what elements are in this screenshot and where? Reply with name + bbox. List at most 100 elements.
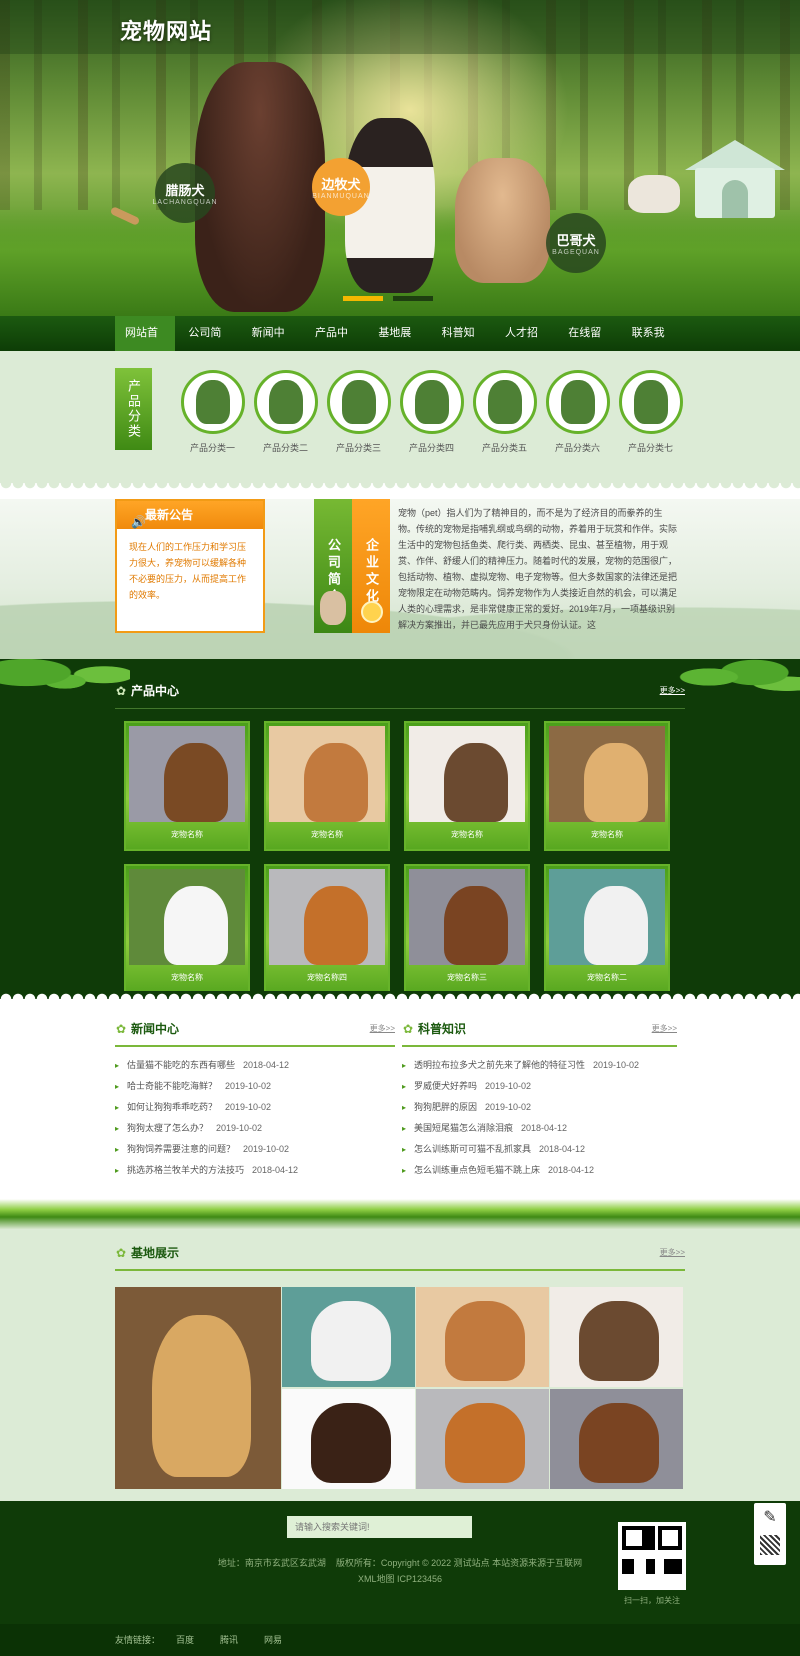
product-name[interactable]: 宠物名称 — [409, 822, 525, 847]
product-card[interactable]: 宠物名称 — [264, 721, 390, 851]
product-card[interactable]: 宠物名称三 — [404, 864, 530, 994]
friend-links-bar: 友情链接： 百度 腾讯 网易 — [0, 1624, 800, 1656]
category-item[interactable]: 产品分类六 — [541, 370, 614, 454]
friend-link[interactable]: 腾讯 — [220, 1624, 238, 1656]
nav-news[interactable]: 新闻中心 — [242, 316, 302, 374]
notice-title: 最新公告 — [145, 508, 194, 522]
nav-message[interactable]: 在线留言 — [558, 316, 618, 374]
article-title[interactable]: 估量猫不能吃的东西有哪些 — [127, 1060, 235, 1070]
edit-icon[interactable]: ✎ — [754, 1503, 786, 1533]
slider-dot[interactable] — [393, 296, 433, 301]
product-image[interactable] — [409, 869, 525, 965]
product-name[interactable]: 宠物名称 — [129, 965, 245, 990]
category-item[interactable]: 产品分类五 — [468, 370, 541, 454]
product-name[interactable]: 宠物名称 — [269, 822, 385, 847]
nav-base[interactable]: 基地展示 — [368, 316, 428, 374]
tab-corporate-culture[interactable]: 企业文化 — [352, 499, 390, 633]
list-item[interactable]: 怎么训练斯可可猫不乱抓家具 2018-04-12 — [402, 1139, 677, 1160]
product-card[interactable]: 宠物名称 — [544, 721, 670, 851]
nav-jobs[interactable]: 人才招聘 — [495, 316, 555, 374]
gallery-photo[interactable] — [282, 1287, 415, 1387]
base-more-link[interactable]: 更多>> — [660, 1247, 685, 1258]
article-date: 2019-10-02 — [225, 1081, 272, 1091]
list-item[interactable]: 罗威便犬好养吗 2019-10-02 — [402, 1076, 677, 1097]
leaf-decoration-right — [670, 659, 800, 704]
product-card[interactable]: 宠物名称四 — [264, 864, 390, 994]
gallery-photo[interactable] — [282, 1389, 415, 1489]
site-logo-title[interactable]: 宠物网站 — [120, 14, 212, 46]
list-item[interactable]: 美国短尾猫怎么消除泪痕 2018-04-12 — [402, 1118, 677, 1139]
nav-about[interactable]: 公司简介 — [178, 316, 238, 374]
list-item[interactable]: 估量猫不能吃的东西有哪些 2018-04-12 — [115, 1055, 395, 1076]
product-name[interactable]: 宠物名称四 — [269, 965, 385, 990]
product-image[interactable] — [269, 869, 385, 965]
gallery-photo[interactable] — [550, 1389, 683, 1489]
tab-company-intro[interactable]: 公司简介 — [314, 499, 352, 633]
science-list: 透明拉布拉多犬之前先来了解他的特征习性 2019-10-02 罗威便犬好养吗 2019… — [402, 1055, 677, 1181]
product-image[interactable] — [129, 726, 245, 822]
product-image[interactable] — [269, 726, 385, 822]
product-image[interactable] — [409, 726, 525, 822]
list-item[interactable]: 狗狗太瘦了怎么办？ 2019-10-02 — [115, 1118, 395, 1139]
category-item[interactable]: 产品分类三 — [322, 370, 395, 454]
gallery-photo[interactable] — [416, 1287, 549, 1387]
breed-bubble-pug[interactable]: 巴哥犬 BAGEQUAN — [546, 213, 606, 273]
speaker-icon: 🔊 — [131, 515, 146, 529]
article-title[interactable]: 罗威便犬好养吗 — [414, 1081, 477, 1091]
nav-science[interactable]: 科普知识 — [432, 316, 492, 374]
news-more-link[interactable]: 更多>> — [370, 1023, 395, 1034]
list-item[interactable]: 怎么训练重点色短毛猫不跳上床 2018-04-12 — [402, 1160, 677, 1181]
news-list: 估量猫不能吃的东西有哪些 2018-04-12 哈士奇能不能吃海鲜？ 2019-10-… — [115, 1055, 395, 1181]
article-title[interactable]: 狗狗肥胖的原因 — [414, 1102, 477, 1112]
category-item[interactable]: 产品分类四 — [395, 370, 468, 454]
science-more-link[interactable]: 更多>> — [652, 1023, 677, 1034]
article-title[interactable]: 透明拉布拉多犬之前先来了解他的特征习性 — [414, 1060, 585, 1070]
article-title[interactable]: 美国短尾猫怎么消除泪痕 — [414, 1123, 513, 1133]
product-card[interactable]: 宠物名称二 — [544, 864, 670, 994]
nav-home[interactable]: 网站首页 — [115, 316, 176, 374]
news-column: ✿ 新闻中心 更多>> 估量猫不能吃的东西有哪些 2018-04-12 哈士奇能不能吃… — [115, 1011, 395, 1181]
friend-link[interactable]: 网易 — [264, 1624, 282, 1656]
category-item[interactable]: 产品分类二 — [249, 370, 322, 454]
product-name[interactable]: 宠物名称三 — [409, 965, 525, 990]
slider-dot-active[interactable] — [343, 296, 383, 301]
category-item[interactable]: 产品分类一 — [176, 370, 249, 454]
product-image[interactable] — [549, 726, 665, 822]
friend-link[interactable]: 百度 — [176, 1624, 194, 1656]
breed-bubble-border-collie[interactable]: 边牧犬 BIANMUQUAN — [312, 158, 370, 216]
breed-bubble-dachshund[interactable]: 腊肠犬 LACHANGQUAN — [152, 163, 217, 223]
gallery-photo[interactable] — [115, 1287, 281, 1489]
gallery-photo[interactable] — [550, 1287, 683, 1387]
products-more-link[interactable]: 更多>> — [660, 685, 685, 696]
mini-qr-icon[interactable] — [760, 1535, 780, 1555]
category-item[interactable]: 产品分类七 — [614, 370, 687, 454]
product-name[interactable]: 宠物名称二 — [549, 965, 665, 990]
list-item[interactable]: 狗狗肥胖的原因 2019-10-02 — [402, 1097, 677, 1118]
footer-search-input[interactable] — [287, 1516, 472, 1538]
product-image[interactable] — [129, 869, 245, 965]
product-card[interactable]: 宠物名称 — [404, 721, 530, 851]
article-title[interactable]: 挑选苏格兰牧羊犬的方法技巧 — [127, 1165, 244, 1175]
nav-products[interactable]: 产品中心 — [305, 316, 365, 374]
product-name[interactable]: 宠物名称 — [129, 822, 245, 847]
article-title[interactable]: 狗狗饲养需要注意的问题？ — [127, 1144, 235, 1154]
article-title[interactable]: 哈士奇能不能吃海鲜？ — [127, 1081, 217, 1091]
product-card[interactable]: 宠物名称 — [124, 864, 250, 994]
list-item[interactable]: 如何让狗狗乖乖吃药？ 2019-10-02 — [115, 1097, 395, 1118]
gallery-photo[interactable] — [416, 1389, 549, 1489]
dog-photo — [579, 1301, 660, 1381]
product-name[interactable]: 宠物名称 — [549, 822, 665, 847]
list-item[interactable]: 透明拉布拉多犬之前先来了解他的特征习性 2019-10-02 — [402, 1055, 677, 1076]
product-image[interactable] — [549, 869, 665, 965]
nav-contact[interactable]: 联系我们 — [622, 316, 682, 374]
dog-photo — [445, 1403, 526, 1483]
article-title[interactable]: 怎么训练重点色短毛猫不跳上床 — [414, 1165, 540, 1175]
list-item[interactable]: 狗狗饲养需要注意的问题？ 2019-10-02 — [115, 1139, 395, 1160]
article-title[interactable]: 怎么训练斯可可猫不乱抓家具 — [414, 1144, 531, 1154]
list-item[interactable]: 挑选苏格兰牧羊犬的方法技巧 2018-04-12 — [115, 1160, 395, 1181]
product-card[interactable]: 宠物名称 — [124, 721, 250, 851]
article-title[interactable]: 如何让狗狗乖乖吃药？ — [127, 1102, 217, 1112]
list-item[interactable]: 哈士奇能不能吃海鲜？ 2019-10-02 — [115, 1076, 395, 1097]
dog-silhouette-icon — [545, 370, 610, 434]
article-title[interactable]: 狗狗太瘦了怎么办？ — [127, 1123, 208, 1133]
